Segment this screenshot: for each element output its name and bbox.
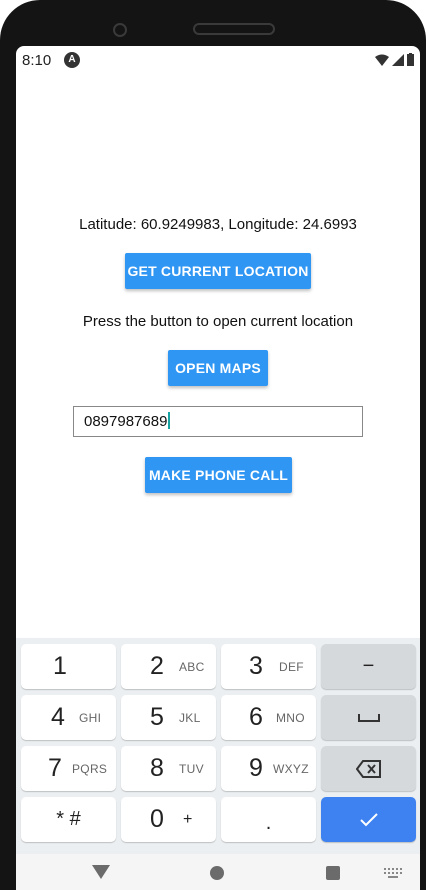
- dot-key[interactable]: .: [221, 797, 316, 842]
- text-cursor: [168, 412, 171, 429]
- back-icon[interactable]: [92, 865, 110, 879]
- numeric-keypad: 1 2 ABC 3 DEF − 4 GHI 5 JKL 6 MNO 7 PQRS…: [16, 638, 420, 854]
- backspace-key[interactable]: [321, 746, 416, 791]
- signal-icon: [392, 53, 404, 66]
- key-digit: 9: [249, 754, 263, 782]
- key-2[interactable]: 2 ABC: [121, 644, 216, 689]
- key-4[interactable]: 4 GHI: [21, 695, 116, 740]
- check-icon: [359, 812, 378, 826]
- speaker: [193, 23, 275, 35]
- camera: [113, 23, 127, 37]
- coordinates-text: Latitude: 60.9249983, Longitude: 24.6993: [79, 216, 357, 233]
- key-letters: JKL: [179, 711, 201, 725]
- key-letters: MNO: [276, 711, 305, 725]
- backspace-icon: [355, 759, 381, 778]
- key-digit: 5: [150, 703, 164, 731]
- make-phone-call-button[interactable]: MAKE PHONE CALL: [145, 457, 292, 493]
- phone-number-value: 0897987689: [84, 413, 168, 430]
- key-digit: 2: [150, 652, 164, 680]
- status-icons: [375, 53, 414, 66]
- key-digit: 0: [150, 805, 164, 833]
- battery-icon: [407, 53, 414, 66]
- key-0[interactable]: 0 +: [121, 797, 216, 842]
- key-digit: 6: [249, 703, 263, 731]
- home-icon[interactable]: [210, 866, 224, 880]
- minus-glyph: −: [362, 655, 375, 677]
- key-digit: 8: [150, 754, 164, 782]
- app-notification-icon: A: [64, 52, 80, 68]
- key-digit: 1: [53, 652, 67, 680]
- symbols-key[interactable]: * #: [21, 797, 116, 842]
- dot-glyph: .: [265, 812, 272, 834]
- screen: 8:10 A Latitude: 60.9249983, Longitude: …: [16, 46, 420, 890]
- backspace-glyph: [321, 746, 416, 791]
- phone-frame: 8:10 A Latitude: 60.9249983, Longitude: …: [0, 0, 426, 890]
- done-key[interactable]: [321, 797, 416, 842]
- key-letters: TUV: [179, 762, 204, 776]
- space-glyph: [321, 695, 416, 740]
- minus-key[interactable]: −: [321, 644, 416, 689]
- key-letters: DEF: [279, 660, 304, 674]
- key-5[interactable]: 5 JKL: [121, 695, 216, 740]
- done-glyph: [321, 797, 416, 842]
- phone-number-input[interactable]: 0897987689: [73, 406, 363, 437]
- wifi-icon: [375, 54, 389, 66]
- space-key[interactable]: [321, 695, 416, 740]
- status-time: 8:10: [22, 52, 52, 69]
- recents-icon[interactable]: [326, 866, 340, 880]
- open-maps-hint: Press the button to open current locatio…: [82, 313, 354, 330]
- key-digit: 3: [249, 652, 263, 680]
- key-9[interactable]: 9 WXYZ: [221, 746, 316, 791]
- key-letters: GHI: [79, 711, 102, 725]
- key-letters: WXYZ: [273, 762, 309, 776]
- key-letters: PQRS: [72, 762, 108, 776]
- key-1[interactable]: 1: [21, 644, 116, 689]
- key-letters: +: [183, 811, 193, 828]
- space-icon: [357, 713, 380, 722]
- navigation-bar: [16, 854, 420, 890]
- symbols-glyph: * #: [56, 808, 81, 830]
- key-3[interactable]: 3 DEF: [221, 644, 316, 689]
- get-current-location-button[interactable]: GET CURRENT LOCATION: [125, 253, 311, 289]
- key-digit: 4: [51, 703, 65, 731]
- open-maps-button[interactable]: OPEN MAPS: [168, 350, 268, 386]
- key-7[interactable]: 7 PQRS: [21, 746, 116, 791]
- key-6[interactable]: 6 MNO: [221, 695, 316, 740]
- key-letters: ABC: [179, 660, 205, 674]
- key-8[interactable]: 8 TUV: [121, 746, 216, 791]
- status-bar: 8:10 A: [16, 46, 420, 74]
- keyboard-icon[interactable]: [384, 868, 402, 878]
- key-digit: 7: [48, 754, 62, 782]
